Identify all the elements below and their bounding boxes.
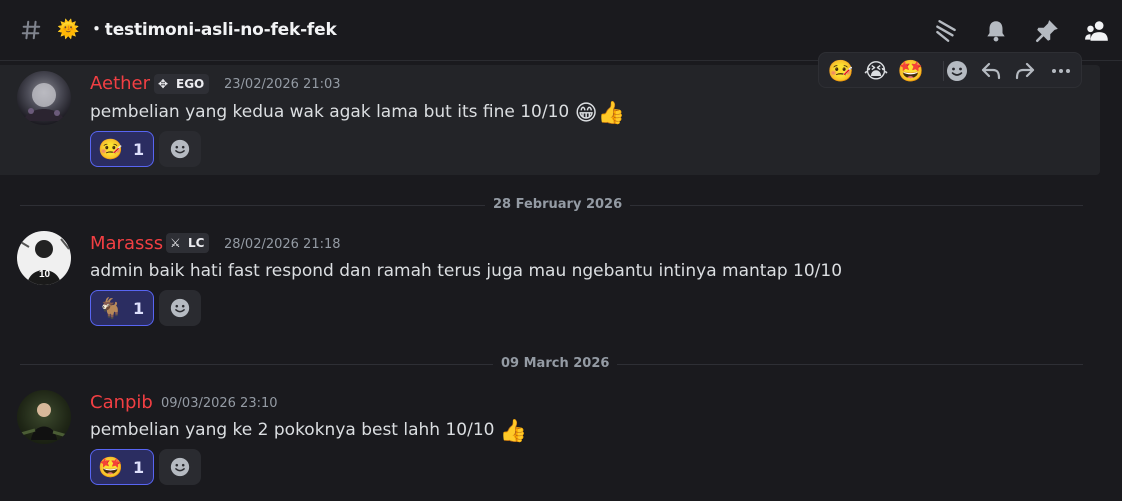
message-text: admin baik hati fast respond dan ramah t… (90, 261, 843, 281)
reply-icon[interactable] (977, 57, 1005, 85)
avatar[interactable]: 10 (17, 231, 71, 285)
timestamp: 28/02/2026 21:18 (224, 237, 341, 252)
forward-icon[interactable] (1011, 57, 1039, 85)
avatar[interactable] (17, 71, 71, 125)
quick-reaction-1[interactable]: 🤒 (827, 57, 855, 85)
add-reaction-icon (170, 457, 190, 477)
inline-emojis: 😁👍 (574, 101, 625, 126)
username[interactable]: Marasss (90, 233, 163, 255)
date-divider-label: 09 March 2026 (493, 355, 618, 373)
message-text: pembelian yang ke 2 pokoknya best lahh 1… (90, 420, 495, 440)
add-reaction-button[interactable] (159, 449, 201, 485)
add-reaction-icon[interactable] (943, 57, 971, 85)
server-tag[interactable]: ✥ EGO (154, 74, 210, 94)
quick-reaction-3[interactable]: 🤩 (897, 57, 925, 85)
timestamp: 23/02/2026 21:03 (224, 77, 341, 92)
channel-name: ・testimoni-asli-no-fek-fek (88, 20, 337, 40)
bell-icon[interactable] (983, 18, 1009, 44)
reaction-button[interactable]: 🤩 1 (90, 449, 154, 485)
svg-text:10: 10 (39, 269, 51, 280)
message-content: pembelian yang kedua wak agak lama but i… (90, 100, 625, 126)
add-reaction-button[interactable] (159, 131, 201, 167)
inline-emojis: 👍 (499, 419, 528, 444)
quick-reaction-2[interactable]: 😭 (862, 57, 890, 85)
message-toolbar: 🤒 😭 🤩 (818, 52, 1082, 88)
username[interactable]: Canpib (90, 392, 153, 414)
tag-icon: ⚔ (170, 236, 181, 250)
reaction-count: 1 (133, 458, 145, 477)
reaction-button[interactable]: 🤒 1 (90, 131, 154, 167)
message-text: pembelian yang kedua wak agak lama but i… (90, 102, 570, 122)
timestamp: 09/03/2026 23:10 (161, 396, 278, 411)
reaction-button[interactable]: 🐐 1 (90, 290, 154, 326)
channel-emoji: 🌞 (57, 19, 80, 40)
message-content: admin baik hati fast respond dan ramah t… (90, 259, 842, 283)
reaction-emoji: 🤒 (98, 137, 123, 161)
reaction-emoji: 🐐 (98, 296, 123, 320)
avatar[interactable] (17, 390, 71, 444)
text-channel-icon (20, 18, 42, 42)
add-reaction-icon (170, 139, 190, 159)
more-icon[interactable] (1047, 57, 1075, 85)
members-icon[interactable] (1084, 18, 1110, 44)
tag-label: EGO (176, 77, 205, 91)
reaction-count: 1 (133, 140, 145, 159)
username[interactable]: Aether (90, 73, 150, 95)
tag-icon: ✥ (158, 77, 169, 91)
reaction-emoji: 🤩 (98, 455, 123, 479)
server-tag[interactable]: ⚔ LC (166, 233, 210, 253)
add-reaction-button[interactable] (159, 290, 201, 326)
reaction-count: 1 (133, 299, 145, 318)
pin-icon[interactable] (1034, 18, 1060, 44)
tag-label: LC (188, 236, 205, 250)
threads-icon[interactable] (933, 18, 959, 44)
add-reaction-icon (170, 298, 190, 318)
message-content: pembelian yang ke 2 pokoknya best lahh 1… (90, 418, 527, 444)
date-divider-label: 28 February 2026 (485, 196, 631, 214)
